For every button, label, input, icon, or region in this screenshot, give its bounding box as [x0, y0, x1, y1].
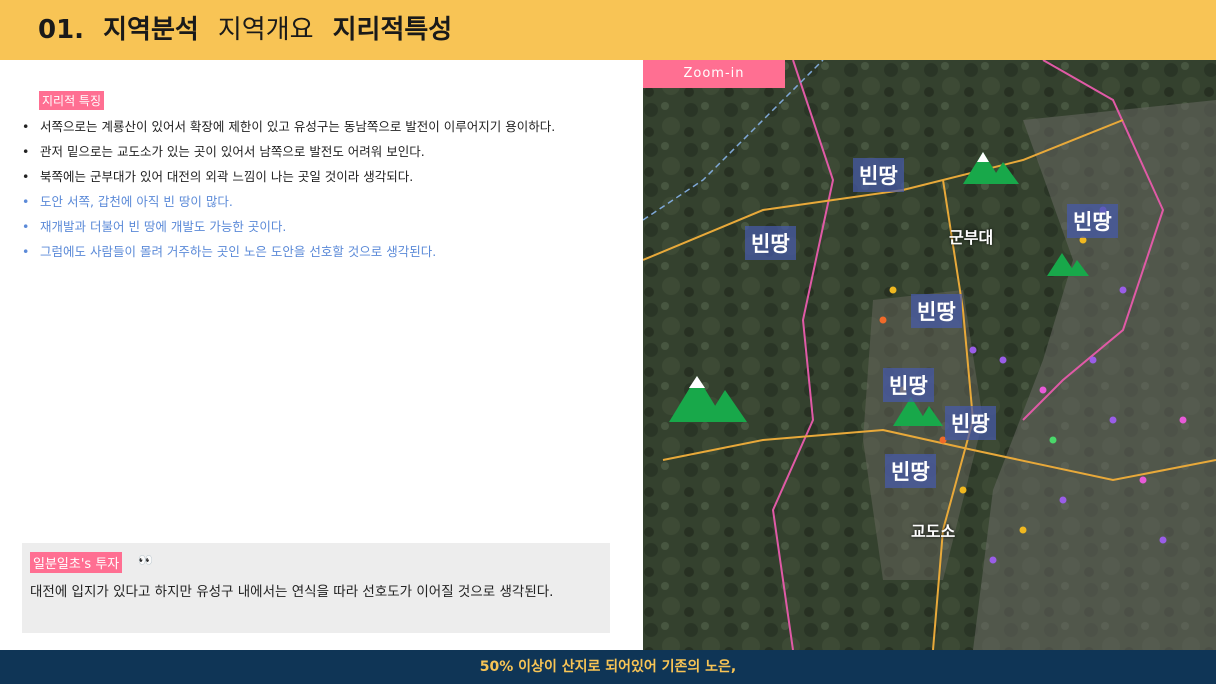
military-base-label: 군부대 — [949, 228, 994, 247]
satellite-map[interactable]: Zoom-in 빈땅 빈땅 빈땅 빈땅 빈땅 빈땅 빈땅 군부대 교도소 — [643, 60, 1216, 650]
mountain-icon — [963, 152, 1019, 184]
eyes-icon: 👀 — [138, 553, 153, 567]
title-part-overview: 지역개요 — [217, 15, 314, 45]
vacant-land-label: 빈땅 — [883, 368, 934, 402]
title-number: 01. — [38, 15, 85, 45]
footer-bar: 50% 이상이 산지로 되어있어 기존의 노은, — [0, 650, 1216, 684]
vacant-land-label: 빈땅 — [853, 158, 904, 192]
mountain-icon — [1047, 253, 1089, 276]
page-title: 01. 지역분석 지역개요 지리적특성 — [38, 10, 462, 50]
note-tag: 일분일초's 투자 — [30, 552, 123, 573]
vacant-land-label: 빈땅 — [745, 226, 796, 260]
content-panel: 지리적 특징 서쪽으로는 계룡산이 있어서 확장에 제한이 있고 유성구는 동남… — [0, 60, 642, 650]
vacant-land-label: 빈땅 — [945, 406, 996, 440]
vacant-land-label: 빈땅 — [1067, 204, 1118, 238]
bullet-item: 서쪽으로는 계룡산이 있어서 확장에 제한이 있고 유성구는 동남쪽으로 발전이… — [22, 114, 592, 139]
prison-label: 교도소 — [911, 522, 956, 541]
mountain-icon — [669, 376, 747, 422]
zoom-in-tag: Zoom-in — [643, 60, 785, 88]
bullet-item: 북쪽에는 군부대가 있어 대전의 외곽 느낌이 나는 곳일 것이라 생각되다. — [22, 164, 592, 189]
bullet-item: 그럼에도 사람들이 몰려 거주하는 곳인 노은 도안을 선호할 것으로 생각된다… — [22, 239, 592, 264]
title-part-geography: 지리적특성 — [332, 15, 453, 45]
vacant-land-label: 빈땅 — [885, 454, 936, 488]
note-text: 대전에 입지가 있다고 하지만 유성구 내에서는 연식을 따라 선호도가 이어질… — [30, 584, 554, 600]
title-part-analysis: 지역분석 — [103, 15, 199, 45]
bullet-item: 도안 서쪽, 갑천에 아직 빈 땅이 많다. — [22, 189, 592, 214]
vacant-land-label: 빈땅 — [911, 294, 962, 328]
header-bar: 01. 지역분석 지역개요 지리적특성 — [0, 0, 1216, 60]
bullet-item: 관저 밑으로는 교도소가 있는 곳이 있어서 남쪽으로 발전도 어려워 보인다. — [22, 139, 592, 164]
map-background — [643, 60, 1216, 650]
footer-text: 50% 이상이 산지로 되어있어 기존의 노은, — [479, 659, 737, 675]
bullet-list: 서쪽으로는 계룡산이 있어서 확장에 제한이 있고 유성구는 동남쪽으로 발전이… — [22, 114, 592, 264]
bullet-item: 재개발과 더불어 빈 땅에 개발도 가능한 곳이다. — [22, 214, 592, 239]
investment-note-box: 일분일초's 투자 👀 대전에 입지가 있다고 하지만 유성구 내에서는 연식을… — [22, 543, 610, 633]
section-tag: 지리적 특징 — [39, 91, 105, 110]
